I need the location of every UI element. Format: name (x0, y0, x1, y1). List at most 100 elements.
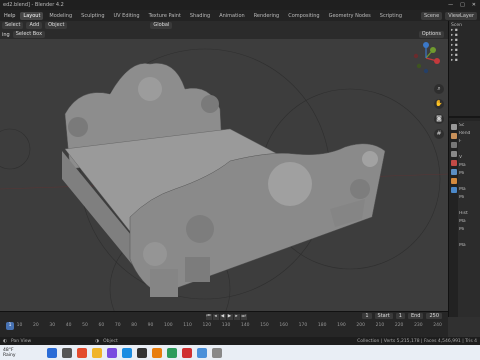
scene-statistics: Collection | Verts 5,215,178 | Faces 4,5… (357, 338, 477, 344)
weather-widget[interactable]: 48°F Rainy (3, 348, 33, 358)
select-menu[interactable]: Select (2, 22, 24, 29)
jump-end-icon[interactable]: ⏭ (240, 313, 247, 320)
hand-pan-icon[interactable]: ✋ (434, 99, 444, 109)
tab-animation[interactable]: Animation (216, 12, 248, 20)
scene-selector[interactable]: Scene (420, 11, 443, 20)
tab-rendering[interactable]: Rendering (251, 12, 283, 20)
ruler-tick: 140 (240, 323, 250, 328)
tab-compositing[interactable]: Compositing (285, 12, 322, 20)
play-icon[interactable]: ▶ (226, 313, 233, 320)
ruler-tick: 80 (131, 323, 137, 328)
close-button[interactable]: ✕ (472, 2, 476, 8)
camera-icon[interactable]: ◙ (434, 114, 444, 124)
navigation-gizmo[interactable] (410, 42, 442, 74)
ruler-tick: 40 (65, 323, 72, 328)
tab-shading[interactable]: Shading (187, 12, 213, 20)
prop-line: Sc (459, 123, 465, 128)
app-icon[interactable] (137, 347, 147, 358)
prev-keyframe-icon[interactable]: ◂ (212, 313, 219, 320)
prop-line[interactable]: Mi (459, 171, 480, 179)
prop-line: V (459, 155, 463, 160)
properties-tabs (449, 121, 458, 317)
scene-selectors: Scene ViewLayer (420, 11, 480, 20)
scene-tab-icon[interactable] (450, 160, 457, 166)
ruler-tick: 180 (317, 323, 327, 328)
view-layer-selector[interactable]: ViewLayer (445, 11, 477, 20)
prop-line (459, 147, 480, 155)
prop-line[interactable]: Ma (459, 163, 480, 171)
start-icon[interactable] (47, 347, 57, 358)
current-frame-field[interactable]: 1 (362, 313, 372, 319)
viewport-header: Select Add Object Global (0, 21, 448, 30)
grid-icon[interactable]: # (434, 129, 444, 139)
edge-icon[interactable] (122, 347, 132, 358)
add-menu[interactable]: Add (26, 22, 43, 29)
prop-line: Hist (459, 211, 468, 216)
prop-line[interactable]: Ma (459, 219, 480, 227)
maximize-button[interactable]: □ (460, 2, 465, 8)
render-tab-icon[interactable] (450, 133, 457, 139)
blender-icon[interactable] (152, 347, 162, 358)
tab-layout[interactable]: Layout (20, 11, 44, 20)
play-reverse-icon[interactable]: ◀ (219, 313, 226, 320)
status-pan-view: Pan View (10, 338, 32, 344)
transform-orientation-dropdown[interactable]: Global (150, 22, 173, 29)
playback-controls: ⏮ ◂ ◀ ▶ ▸ ⏭ (205, 313, 247, 320)
prop-line[interactable]: Ma (459, 187, 480, 195)
chrome-icon[interactable] (77, 347, 87, 358)
3d-viewport[interactable] (0, 39, 448, 311)
app-icon[interactable] (212, 347, 222, 358)
ruler-tick: 90 (147, 323, 154, 328)
options-dropdown[interactable]: Options (418, 31, 444, 38)
app-icon[interactable] (197, 347, 207, 358)
ruler-tick: 50 (82, 323, 88, 328)
object-tab-icon[interactable] (450, 178, 457, 184)
zoom-icon[interactable]: ⌕ (434, 84, 444, 94)
next-keyframe-icon[interactable]: ▸ (233, 313, 240, 320)
app-icon[interactable] (107, 347, 117, 358)
os-taskbar: 48°F Rainy (0, 345, 480, 360)
outliner[interactable]: Scen ▸ ▪ ▸ ▪ ▸ ▪ ▸ ▪ ▸ ▪ ▸ ▪ ▸ ▪ (449, 21, 480, 118)
prop-line[interactable]: Mi (459, 227, 480, 235)
menu-help[interactable]: Help (2, 13, 17, 19)
tab-uv-editing[interactable]: UV Editing (111, 12, 143, 20)
prop-line[interactable]: Mi (459, 195, 480, 203)
start-frame-field[interactable]: 1 (395, 313, 405, 319)
prop-line (459, 235, 480, 243)
tab-texture-paint[interactable]: Texture Paint (146, 12, 184, 20)
tool-tab-icon[interactable] (450, 124, 457, 130)
minimize-button[interactable]: — (448, 2, 453, 8)
prop-line[interactable]: Ma (459, 243, 480, 251)
folder-icon[interactable] (92, 347, 102, 358)
ruler-tick: 170 (298, 323, 308, 328)
mode-label: ing (2, 31, 10, 38)
mouse-icon: ◐ (3, 338, 7, 344)
tab-geometry-nodes[interactable]: Geometry Nodes (326, 12, 374, 20)
output-tab-icon[interactable] (450, 142, 457, 148)
world-tab-icon[interactable] (450, 169, 457, 175)
outliner-row[interactable]: ▸ ▪ (451, 58, 478, 63)
modifier-tab-icon[interactable] (450, 187, 457, 193)
ruler-tick: 220 (394, 323, 404, 328)
ruler-tick: 230 (414, 323, 423, 328)
tab-modeling[interactable]: Modeling (46, 12, 75, 20)
view-layer-tab-icon[interactable] (450, 151, 457, 157)
ruler-tick: 240 (433, 323, 442, 328)
select-box-dropdown[interactable]: Select Box (12, 31, 46, 38)
ruler-tick: 210 (375, 323, 385, 328)
timeline-ruler[interactable]: 10 20 30 40 50 60 70 80 90 100 110 120 1… (0, 323, 448, 331)
ruler-tick: 190 (337, 323, 346, 328)
prop-line (459, 179, 480, 187)
tab-sculpting[interactable]: Sculpting (78, 12, 107, 20)
search-icon[interactable] (62, 347, 72, 358)
prop-line (459, 203, 480, 211)
start-label: Start (374, 313, 393, 319)
app-icon[interactable] (167, 347, 177, 358)
app-icon[interactable] (182, 347, 192, 358)
bed-model[interactable] (62, 63, 386, 297)
end-frame-field[interactable]: 250 (426, 313, 442, 319)
tab-scripting[interactable]: Scripting (377, 12, 405, 20)
ruler-tick: 130 (221, 323, 231, 328)
jump-start-icon[interactable]: ⏮ (205, 313, 212, 320)
object-menu[interactable]: Object (45, 22, 68, 29)
